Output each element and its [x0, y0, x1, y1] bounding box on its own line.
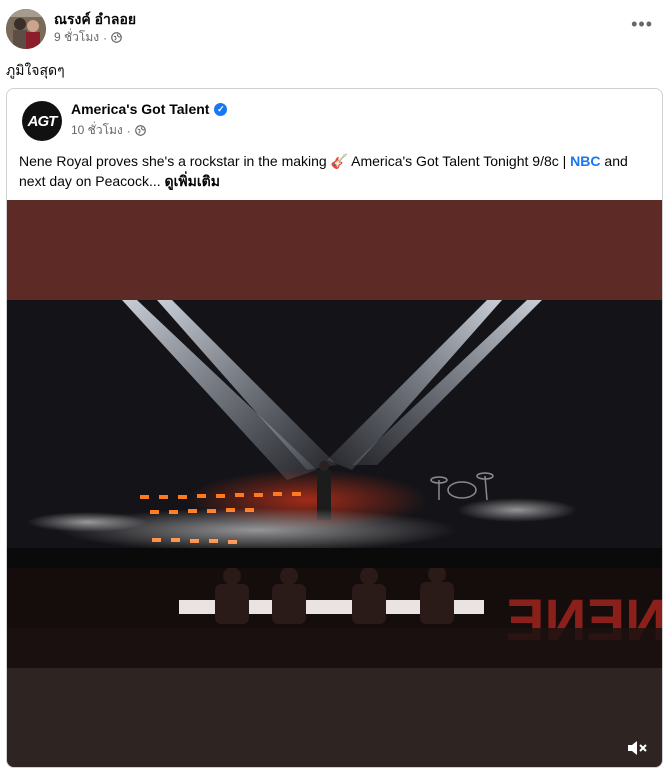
shared-post[interactable]: AGT America's Got Talent ✓ 10 ชั่วโมง · …: [6, 88, 663, 768]
judges-scene: NENE: [7, 568, 662, 668]
globe-icon[interactable]: [134, 125, 146, 136]
post-caption: ภูมิใจสุดๆ: [6, 62, 65, 78]
meta-separator: ·: [103, 30, 108, 45]
shared-post-text: Nene Royal proves she's a rockstar in th…: [19, 151, 639, 191]
nbc-link[interactable]: NBC: [570, 153, 600, 169]
page-avatar[interactable]: AGT: [22, 101, 62, 141]
agt-logo: AGT: [27, 112, 58, 130]
more-options-button[interactable]: •••: [631, 14, 653, 35]
post-time[interactable]: 9 ชั่วโมง: [54, 28, 99, 47]
page-name[interactable]: America's Got Talent: [71, 101, 209, 117]
shared-post-meta: 10 ชั่วโมง ·: [71, 121, 146, 140]
avatar-photo: [6, 9, 46, 49]
see-more-link[interactable]: ดูเพิ่มเติม: [165, 173, 220, 189]
page-name-row: America's Got Talent ✓: [71, 101, 228, 117]
post-text-main: Nene Royal proves she's a rockstar in th…: [19, 153, 571, 169]
volume-muted-icon[interactable]: [626, 739, 648, 757]
globe-icon[interactable]: [111, 32, 122, 43]
verified-badge-icon: ✓: [214, 102, 228, 116]
video-player[interactable]: NENE: [7, 200, 662, 767]
author-avatar[interactable]: [6, 9, 46, 49]
facebook-post: ณรงค์ อำลอย 9 ชั่วโมง · ••• ภูมิใจสุดๆ A…: [0, 0, 665, 770]
video-controls: [7, 731, 662, 767]
judges-area: NENE: [7, 568, 662, 668]
post-meta: 9 ชั่วโมง ·: [54, 28, 122, 47]
meta-separator: ·: [126, 123, 131, 138]
shared-post-time[interactable]: 10 ชั่วโมง: [71, 121, 123, 140]
stage-scene: [7, 300, 662, 568]
video-frame[interactable]: [7, 300, 662, 568]
